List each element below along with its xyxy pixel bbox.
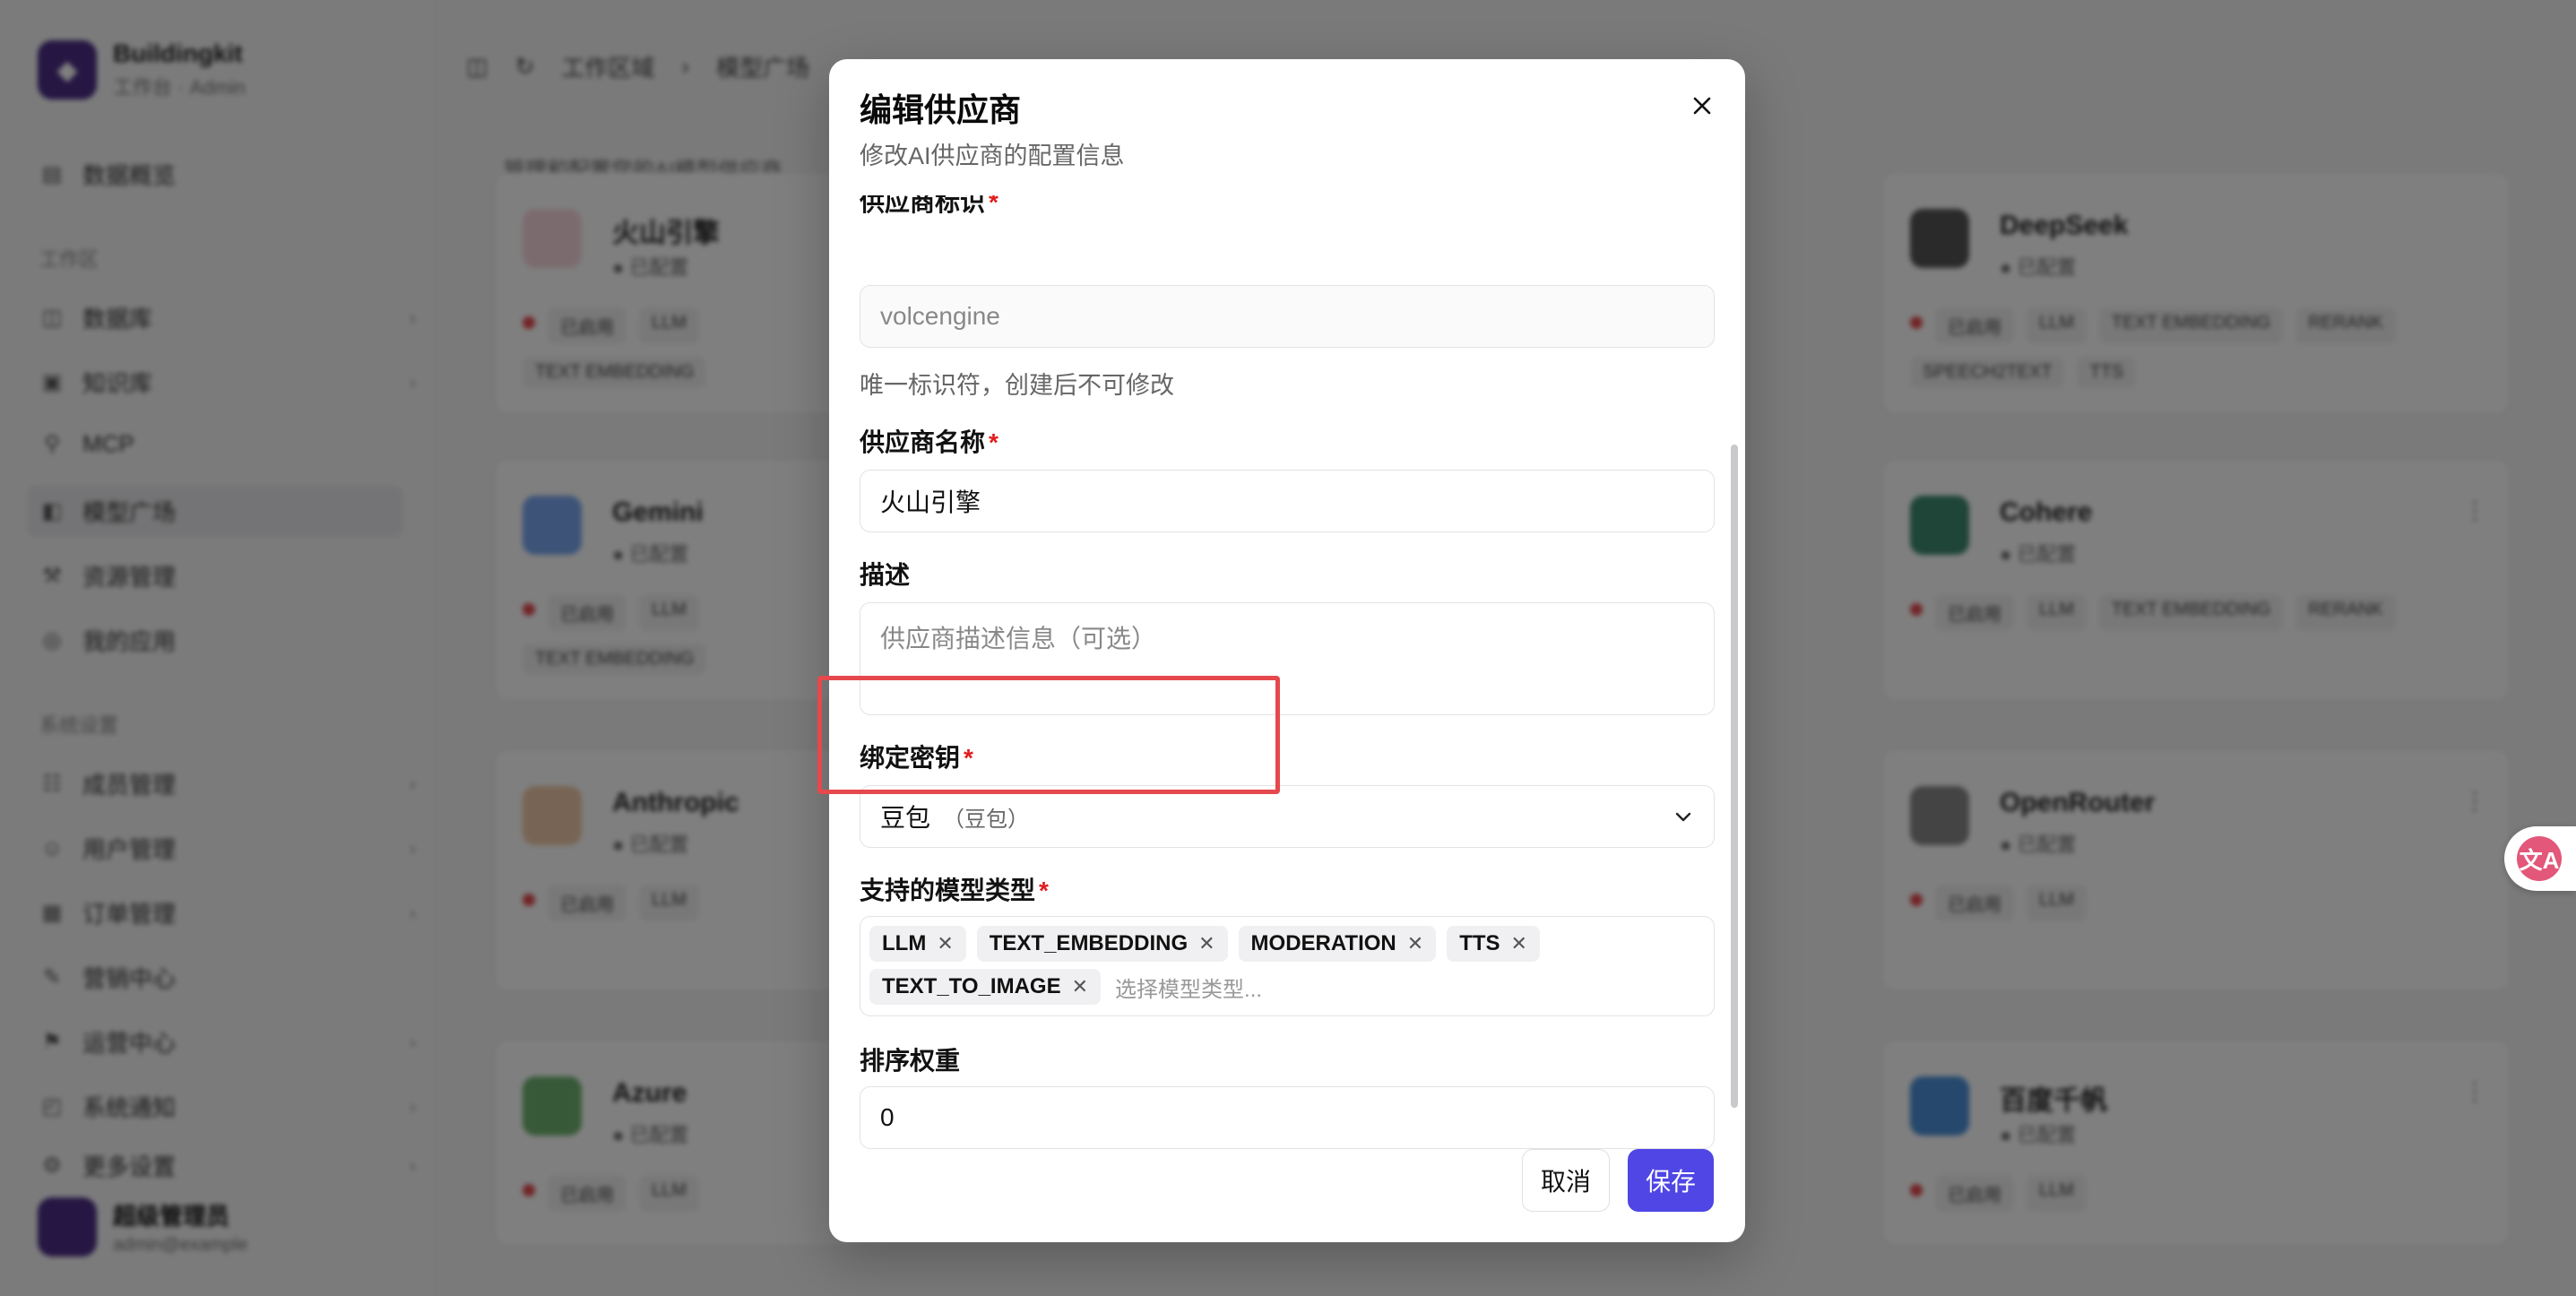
close-icon	[1693, 97, 1711, 115]
chip-label: MODERATION	[1250, 931, 1396, 955]
model-type-chip: LLM ✕	[869, 926, 966, 962]
chip-label: TEXT_EMBEDDING	[989, 931, 1189, 955]
name-label: 供应商名称 *	[860, 423, 998, 459]
translate-button[interactable]: 文A	[2504, 826, 2576, 891]
model-types-multiselect[interactable]: LLM ✕ TEXT_EMBEDDING ✕ MODERATION ✕ TTS ✕ TE…	[860, 916, 1715, 1016]
identifier-hint: 唯一标识符，创建后不可修改	[860, 372, 1174, 399]
model-types-label: 支持的模型类型 *	[860, 871, 1049, 907]
identifier-field[interactable]: volcengine	[860, 285, 1715, 348]
sort-weight-input[interactable]: 0	[860, 1086, 1715, 1149]
x-icon[interactable]: ✕	[937, 932, 953, 955]
required-mark: *	[989, 428, 998, 456]
required-mark: *	[989, 195, 998, 216]
save-button[interactable]: 保存	[1628, 1149, 1714, 1212]
close-button[interactable]	[1682, 86, 1722, 125]
model-type-chip: TTS ✕	[1447, 926, 1540, 962]
select-value: 豆包	[880, 804, 931, 832]
model-type-chip: TEXT_EMBEDDING ✕	[976, 926, 1228, 962]
dialog-description: 修改AI供应商的配置信息	[860, 143, 1125, 169]
label-text: 供应商标识	[860, 195, 986, 216]
label-text: 供应商名称	[860, 428, 986, 456]
description-label: 描述	[860, 561, 911, 589]
sort-weight-label: 排序权重	[860, 1047, 961, 1075]
model-type-chip: TEXT_TO_IMAGE ✕	[869, 969, 1102, 1005]
required-mark: *	[1039, 877, 1049, 904]
dialog-body[interactable]: 供应商标识 * volcengine 唯一标识符，创建后不可修改 供应商名称 * 火…	[829, 195, 1745, 1163]
x-icon[interactable]: ✕	[1198, 932, 1215, 955]
secret-select[interactable]: 豆包 （豆包）	[860, 785, 1715, 848]
identifier-label: 供应商标识 *	[860, 195, 998, 219]
name-field[interactable]: 火山引擎	[860, 470, 1715, 532]
label-text: 绑定密钥	[860, 744, 961, 772]
x-icon[interactable]: ✕	[1072, 975, 1088, 998]
edit-provider-dialog: 编辑供应商 修改AI供应商的配置信息 供应商标识 * volcengine 唯一标…	[829, 59, 1745, 1242]
secret-label: 绑定密钥 *	[860, 739, 973, 774]
chip-label: LLM	[882, 931, 927, 955]
select-value-sub: （豆包）	[943, 807, 1030, 832]
translate-icon: 文A	[2517, 836, 2562, 881]
required-mark: *	[964, 744, 973, 772]
x-icon[interactable]: ✕	[1407, 932, 1423, 955]
dialog-title: 编辑供应商	[860, 91, 1022, 128]
chip-label: TTS	[1459, 931, 1500, 955]
model-type-chip: MODERATION ✕	[1238, 926, 1437, 962]
description-textarea[interactable]: 供应商描述信息（可选）	[860, 602, 1715, 715]
label-text: 支持的模型类型	[860, 877, 1036, 904]
chip-label: TEXT_TO_IMAGE	[882, 974, 1061, 998]
cancel-button[interactable]: 取消	[1522, 1149, 1610, 1212]
chevron-down-icon	[1675, 812, 1691, 822]
x-icon[interactable]: ✕	[1511, 932, 1527, 955]
scrollbar[interactable]	[1731, 445, 1738, 1108]
model-type-search-input[interactable]: 选择模型类型...	[1111, 969, 1262, 1005]
